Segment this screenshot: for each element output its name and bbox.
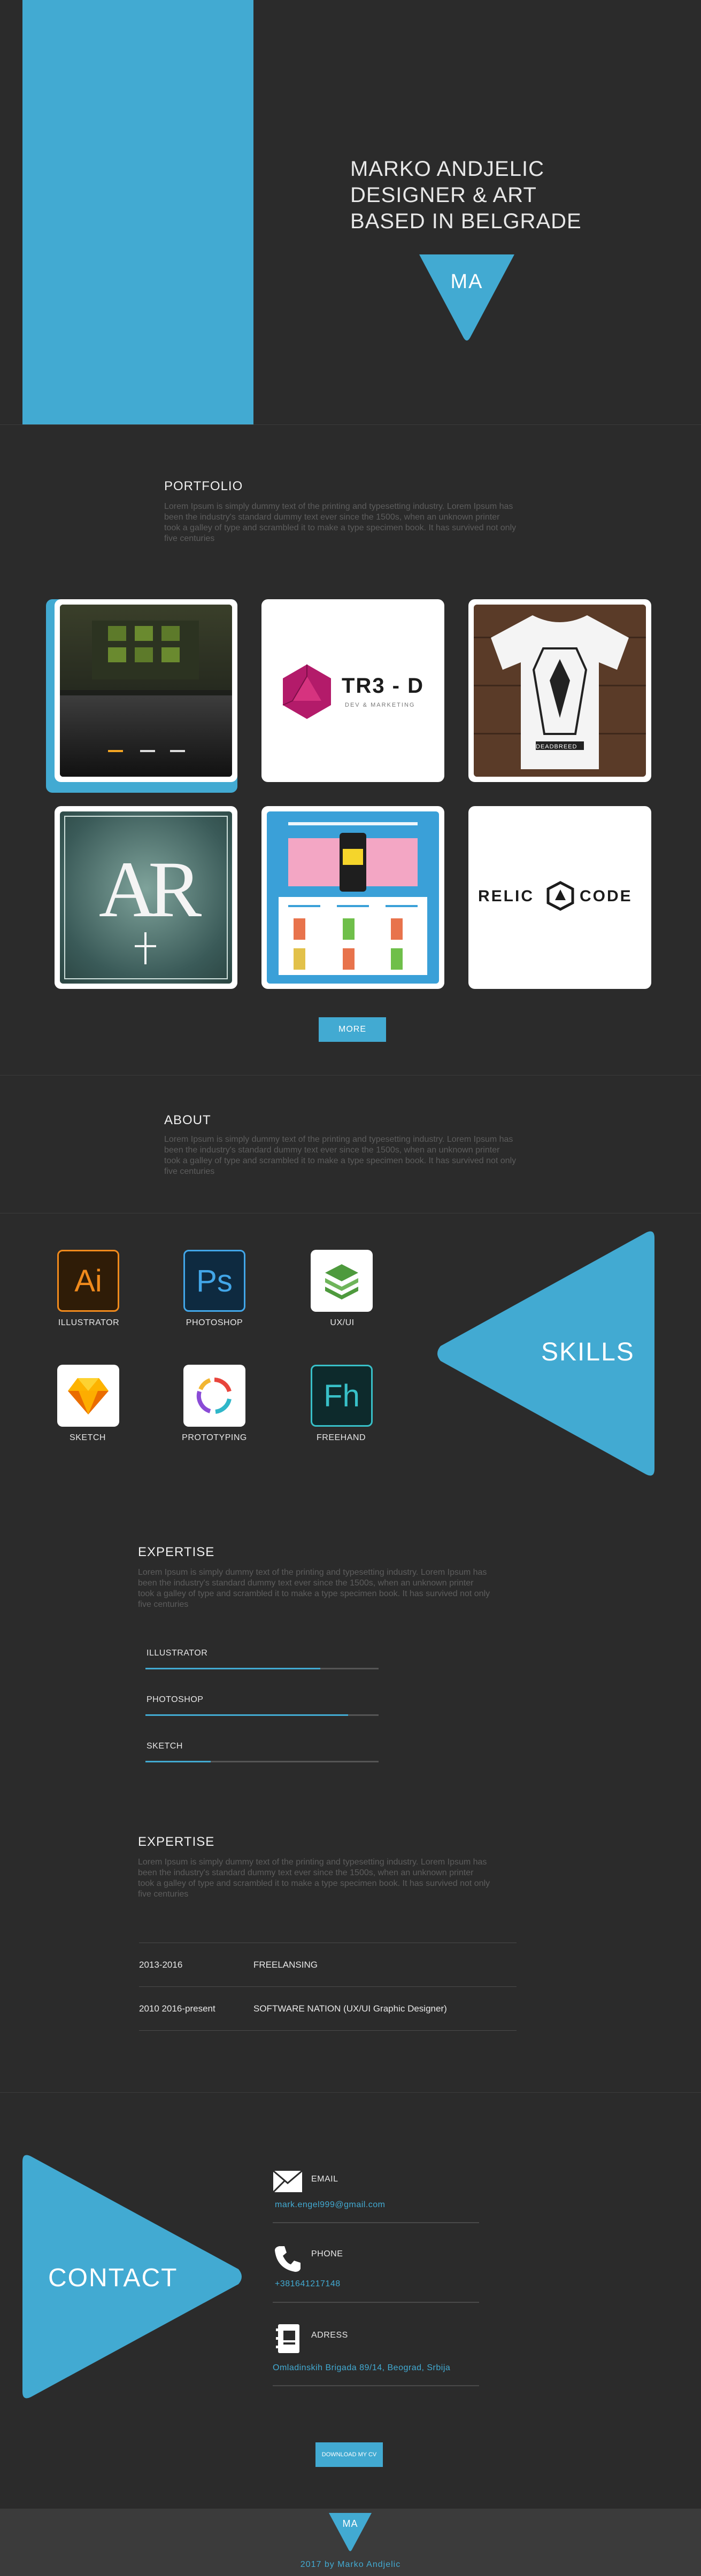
divider (0, 2092, 701, 2093)
progress-bar-illustrator (145, 1668, 379, 1669)
skill-label-sketch: SKETCH (70, 1433, 106, 1442)
portfolio-text: Lorem Ipsum is simply dummy text of the … (164, 502, 517, 543)
address-text: Omladinskih Brigada 89/14, Beograd, Srbi… (273, 2363, 451, 2372)
skill-label-photoshop: PHOTOSHOP (186, 1318, 243, 1327)
triangle-icon (419, 254, 514, 341)
experience-date-2: 2010 2016-present (139, 2003, 215, 2014)
experience-text: Lorem Ipsum is simply dummy text of the … (138, 1858, 490, 1899)
contact-title: CONTACT (48, 2264, 178, 2292)
divider (273, 2222, 479, 2223)
divider (0, 424, 701, 425)
illustrator-icon: Ai (57, 1250, 119, 1312)
portfolio-item-tshirt[interactable]: DEADBREED (468, 599, 651, 782)
about-text: Lorem Ipsum is simply dummy text of the … (164, 1135, 517, 1176)
wood-background: DEADBREED (474, 605, 646, 777)
cycle-arrows-icon (183, 1365, 245, 1427)
hero-title: MARKO ANDJELIC DESIGNER & ART BASED IN B… (350, 156, 628, 235)
footer-logo[interactable]: MA (327, 2512, 373, 2552)
divider (273, 2385, 479, 2386)
deadbreed-text: DEADBREED (536, 744, 577, 750)
bar-label-illustrator: ILLUSTRATOR (147, 1649, 208, 1658)
layers-icon (311, 1250, 373, 1312)
tr3d-subtitle: DEV & MARKETING (345, 702, 415, 708)
contact-triangle: CONTACT (21, 2151, 245, 2402)
experience-role-1: FREELANSING (253, 1960, 318, 1970)
more-button[interactable]: MORE (319, 1017, 386, 1042)
tr3d-logo-text: TR3 - D (342, 674, 424, 698)
divider (273, 2302, 479, 2303)
portfolio-item-relic-code[interactable]: RELIC CODE (468, 806, 651, 989)
freehand-icon: Fh (311, 1365, 373, 1427)
about-heading: ABOUT (164, 1113, 211, 1127)
progress-fill (145, 1714, 349, 1716)
experience-date-1: 2013-2016 (139, 1960, 183, 1970)
ar-logo-text: AR (98, 845, 202, 934)
portfolio-item-web-ui[interactable] (55, 599, 237, 782)
sketch-diamond-icon (57, 1365, 119, 1427)
relic-logo-right: CODE (580, 887, 633, 905)
envelope-icon (273, 2170, 303, 2193)
skill-label-uxui: UX/UI (330, 1318, 355, 1327)
experience-heading: EXPERTISE (138, 1835, 215, 1849)
progress-fill (145, 1668, 320, 1669)
skill-label-freehand: FREEHAND (316, 1433, 366, 1442)
hero-logo-triangle: MA (416, 252, 518, 341)
divider (0, 1075, 701, 1076)
shop-page-preview (267, 811, 439, 984)
hero-logo-text: MA (450, 270, 483, 293)
hero-title-line-1: MARKO ANDJELIC (350, 157, 544, 181)
ar-background: AR (60, 811, 232, 984)
progress-bar-sketch (145, 1761, 379, 1762)
photoshop-icon: Ps (183, 1250, 245, 1312)
hero-title-line-3: BASED IN BELGRADE (350, 210, 582, 233)
footer-logo-text: MA (342, 2518, 358, 2529)
skills-triangle: SKILLS (434, 1227, 658, 1480)
phone-link[interactable]: +381641217148 (275, 2279, 341, 2289)
d20-die-icon (282, 664, 331, 719)
download-cv-button[interactable]: DOWNLOAD MY CV (315, 2442, 383, 2467)
expertise-text: Lorem Ipsum is simply dummy text of the … (138, 1568, 490, 1609)
phone-icon (275, 2246, 301, 2272)
relic-logo-left: RELIC (478, 887, 534, 905)
skills-title: SKILLS (541, 1338, 635, 1366)
copyright-text: 2017 by Marko Andjelic (300, 2560, 401, 2569)
portfolio-heading: PORTFOLIO (164, 479, 243, 493)
skill-label-prototyping: PROTOTYPING (182, 1433, 247, 1442)
phone-label: PHONE (311, 2249, 343, 2258)
progress-bar-photoshop (145, 1714, 379, 1716)
hero-accent-bar (22, 0, 253, 424)
portfolio-item-ar-logo[interactable]: AR (55, 806, 237, 989)
bar-label-sketch: SKETCH (147, 1742, 183, 1751)
experience-role-2: SOFTWARE NATION (UX/UI Graphic Designer) (253, 2003, 447, 2014)
address-label: ADRESS (311, 2331, 348, 2340)
footer: MA 2017 by Marko Andjelic (0, 2509, 701, 2576)
address-book-icon (276, 2324, 299, 2353)
email-link[interactable]: mark.engel999@gmail.com (275, 2200, 386, 2210)
portfolio-item-shop-page[interactable] (261, 806, 444, 989)
email-label: EMAIL (311, 2175, 338, 2184)
hero-title-line-2: DESIGNER & ART (350, 183, 537, 207)
portfolio-item-tr3d[interactable]: TR3 - D DEV & MARKETING (261, 599, 444, 782)
bar-label-photoshop: PHOTOSHOP (147, 1695, 204, 1704)
hexagon-icon (546, 881, 574, 911)
web-ui-preview (60, 605, 232, 777)
progress-fill (145, 1761, 211, 1762)
skill-label-illustrator: ILLUSTRATOR (58, 1318, 120, 1327)
divider (139, 1986, 517, 1987)
expertise-heading: EXPERTISE (138, 1545, 215, 1559)
divider (139, 2030, 517, 2031)
